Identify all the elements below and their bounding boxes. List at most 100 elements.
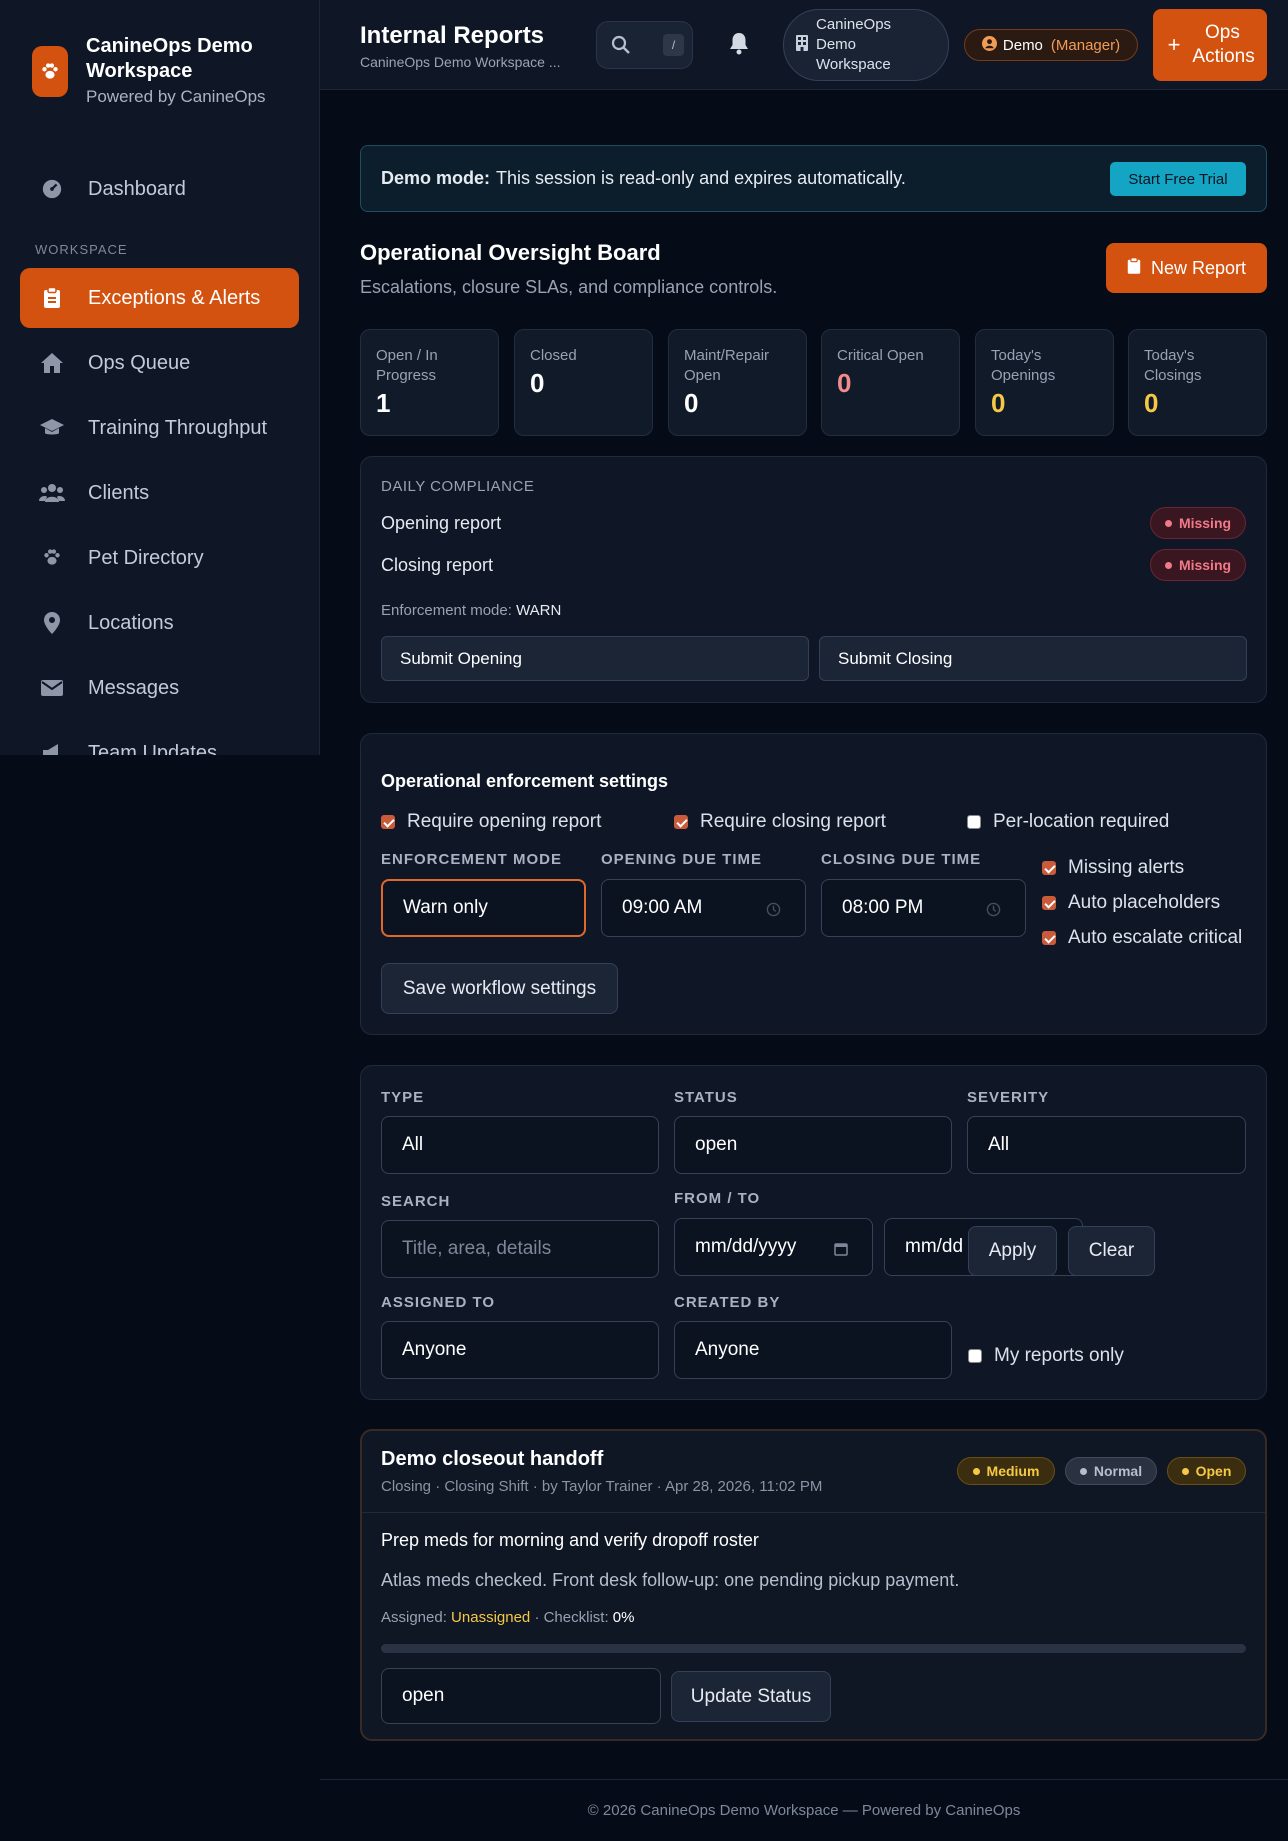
type-select[interactable]: All (381, 1116, 659, 1174)
report-title: Demo closeout handoff (381, 1448, 604, 1470)
banner-text: This session is read-only and expires au… (496, 168, 906, 188)
my-reports-only-checkbox[interactable]: My reports only (968, 1345, 1124, 1367)
board-title: Operational Oversight Board (360, 240, 661, 265)
dot-icon (1181, 1467, 1189, 1475)
checklist-value: 0% (612, 1609, 635, 1626)
workspace-switcher[interactable]: CanineOps Demo Workspace (783, 9, 949, 81)
gauge-icon (38, 177, 66, 201)
severity-select[interactable]: All (967, 1116, 1246, 1174)
sidebar-item-label: Locations (88, 611, 174, 634)
date-placeholder: mm/dd/yyyy (695, 1236, 797, 1257)
require-opening-checkbox[interactable]: Require opening report (381, 811, 601, 833)
checkbox-checked[interactable] (1042, 861, 1056, 875)
stat-value: 0 (837, 368, 852, 398)
paw-logo-icon (32, 46, 68, 97)
checkbox-label: Require closing report (700, 811, 886, 832)
update-status-button[interactable]: Update Status (671, 1671, 831, 1722)
brand[interactable]: CanineOps Demo Workspace Powered by Cani… (32, 34, 286, 107)
ops-actions-label: Ops Actions (1192, 22, 1255, 67)
settings-title: Operational enforcement settings (381, 771, 669, 791)
checkbox-unchecked[interactable] (967, 815, 981, 829)
sidebar-item-training-throughput[interactable]: Training Throughput (20, 398, 299, 458)
per-location-checkbox[interactable]: Per-location required (967, 811, 1169, 833)
page-subtitle: CanineOps Demo Workspace ... (360, 54, 561, 70)
auto-placeholders-checkbox[interactable]: Auto placeholders (1042, 892, 1220, 914)
type-label: TYPE (381, 1089, 425, 1106)
apply-button[interactable]: Apply (968, 1226, 1057, 1276)
sidebar-item-pet-directory[interactable]: Pet Directory (20, 528, 299, 588)
sidebar-item-label: Ops Queue (88, 351, 191, 374)
checkbox-checked[interactable] (381, 815, 395, 829)
opening-due-time-input[interactable]: 09:00 AM (601, 879, 806, 937)
save-workflow-settings-button[interactable]: Save workflow settings (381, 963, 618, 1014)
report-status-select[interactable]: open (381, 1668, 661, 1724)
submit-closing-button[interactable]: Submit Closing (819, 636, 1247, 681)
status-badge: Open (1167, 1457, 1246, 1485)
sidebar-item-team-updates[interactable]: Team Updates (20, 723, 299, 755)
created-by-label: CREATED BY (674, 1294, 781, 1311)
clock-icon[interactable] (986, 901, 1001, 923)
stat-open-in-progress: Open / In Progress 1 (360, 329, 499, 436)
checkbox-label: My reports only (994, 1345, 1124, 1366)
sidebar-item-exceptions-alerts[interactable]: Exceptions & Alerts (20, 268, 299, 328)
checkbox-label: Auto escalate critical (1068, 927, 1243, 948)
auto-escalate-checkbox[interactable]: Auto escalate critical (1042, 927, 1242, 949)
submit-opening-button[interactable]: Submit Opening (381, 636, 809, 681)
sidebar-item-dashboard[interactable]: Dashboard (20, 159, 299, 219)
stat-todays-closings: Today's Closings 0 (1128, 329, 1267, 436)
report-meta: Closing · Closing Shift · by Taylor Trai… (381, 1478, 823, 1495)
plus-icon: + (1167, 32, 1181, 57)
missing-alerts-checkbox[interactable]: Missing alerts (1042, 857, 1184, 879)
checklist-label: · Checklist: (534, 1609, 609, 1626)
require-closing-checkbox[interactable]: Require closing report (674, 811, 886, 833)
enforcement-mode-select[interactable]: Warn only (381, 879, 586, 937)
map-pin-icon (38, 611, 66, 635)
created-by-select[interactable]: Anyone (674, 1321, 952, 1379)
clear-button[interactable]: Clear (1068, 1226, 1155, 1276)
status-badge: Missing (1150, 507, 1246, 539)
sidebar-item-ops-queue[interactable]: Ops Queue (20, 333, 299, 393)
page-title: Internal Reports (360, 22, 545, 49)
opening-report-label: Opening report (381, 513, 502, 533)
status-label: STATUS (674, 1089, 738, 1106)
search-icon (611, 35, 631, 60)
checkbox-unchecked[interactable] (968, 1349, 982, 1363)
new-report-button[interactable]: New Report (1106, 243, 1267, 293)
checkbox-checked[interactable] (674, 815, 688, 829)
status-badge-text: Missing (1178, 515, 1232, 531)
status-select[interactable]: open (674, 1116, 952, 1174)
assigned-to-select[interactable]: Anyone (381, 1321, 659, 1379)
stat-value: 1 (376, 388, 391, 418)
compliance-caption: DAILY COMPLIANCE (381, 478, 535, 495)
bell-icon[interactable] (728, 31, 750, 60)
status-badge-text: Missing (1178, 557, 1232, 573)
search-button[interactable]: / (596, 21, 693, 69)
calendar-icon[interactable] (834, 1240, 848, 1262)
report-assignment-line: Assigned: Unassigned · Checklist: 0% (381, 1609, 634, 1626)
from-date-input[interactable]: mm/dd/yyyy (674, 1218, 873, 1276)
stat-label: Closed (530, 347, 577, 364)
assigned-value: Unassigned (451, 1609, 531, 1626)
clock-icon[interactable] (766, 901, 781, 923)
sidebar-item-locations[interactable]: Locations (20, 593, 299, 653)
assigned-label: Assigned: (381, 1609, 447, 1626)
enforcement-mode-line: Enforcement mode: WARN (381, 602, 561, 619)
checkbox-checked[interactable] (1042, 931, 1056, 945)
sidebar-item-messages[interactable]: Messages (20, 658, 299, 718)
user-menu[interactable]: Demo (Manager) (964, 29, 1138, 61)
sidebar-item-clients[interactable]: Clients (20, 463, 299, 523)
closing-report-label: Closing report (381, 555, 494, 575)
opening-due-label: OPENING DUE TIME (601, 851, 763, 868)
users-icon (38, 481, 66, 505)
report-summary: Prep meds for morning and verify dropoff… (381, 1530, 759, 1550)
dot-icon (1164, 561, 1172, 569)
building-icon (796, 34, 808, 56)
ops-actions-button[interactable]: + Ops Actions (1153, 9, 1267, 81)
checkbox-checked[interactable] (1042, 896, 1056, 910)
closing-due-time-input[interactable]: 08:00 PM (821, 879, 1026, 937)
start-free-trial-button[interactable]: Start Free Trial (1110, 162, 1246, 196)
enforcement-mode-value: WARN (516, 602, 562, 619)
demo-banner: Demo mode: This session is read-only and… (360, 145, 1267, 212)
search-input[interactable]: Title, area, details (381, 1220, 659, 1278)
stat-critical-open: Critical Open 0 (821, 329, 960, 436)
